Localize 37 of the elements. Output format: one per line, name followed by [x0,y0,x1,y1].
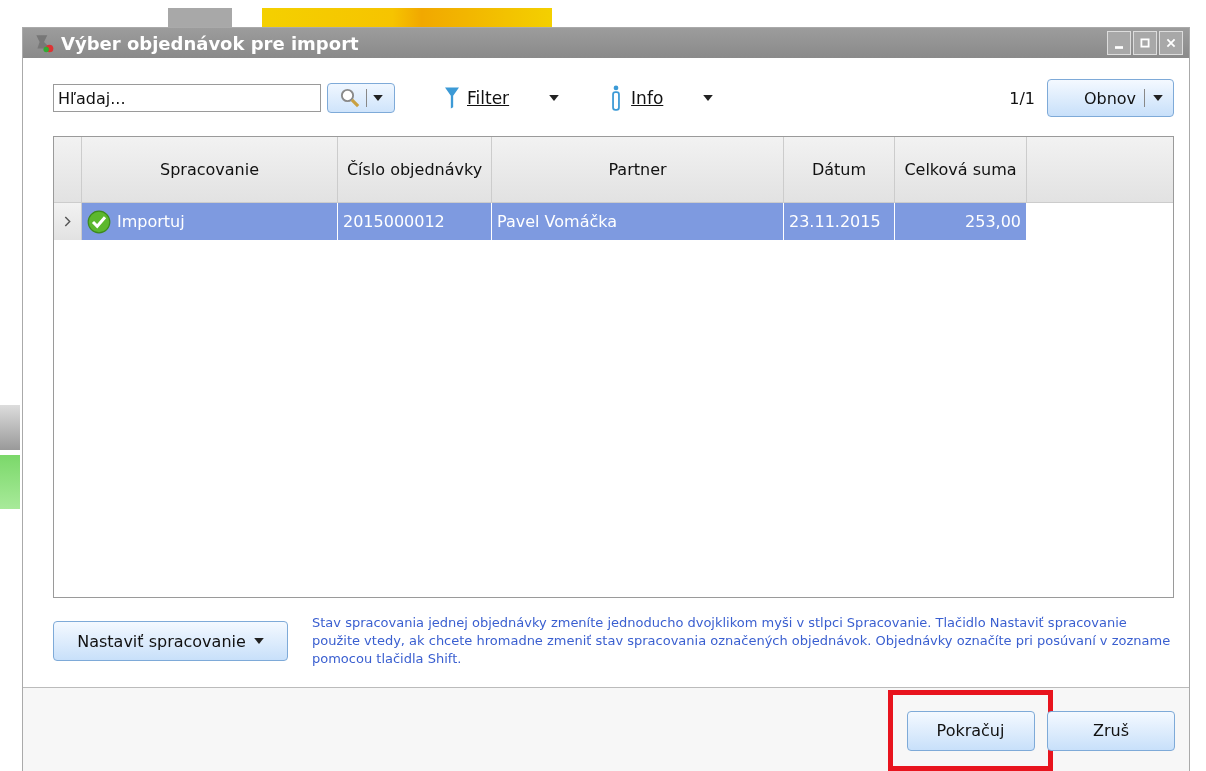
column-header[interactable]: Partner [492,137,784,202]
funnel-icon [445,85,459,111]
current-row-icon [64,216,71,227]
caret-icon [253,638,264,644]
set-processing-button[interactable]: Nastaviť spracovanie [53,621,288,661]
search-icon [339,88,360,108]
column-header[interactable]: Dátum [784,137,895,202]
search-field[interactable]: Hľadaj... [53,84,321,112]
minimize-icon [1115,45,1123,49]
caret-icon[interactable] [703,95,714,101]
filter-button[interactable]: Filter [445,85,510,111]
dialog-button[interactable]: Pokračuj [906,710,1035,751]
close-button[interactable] [1159,31,1183,55]
caret-icon [1153,95,1164,101]
column-header[interactable]: Číslo objednávky [338,137,492,202]
table-cell: 2015000012 [338,203,492,240]
table-cell: Pavel Vomáčka [492,203,784,240]
search-button[interactable] [327,83,395,113]
page-counter: 1/1 [1009,88,1035,108]
info-button[interactable]: Info [609,85,664,111]
refresh-button[interactable]: Obnov [1047,79,1174,117]
column-header[interactable]: Spracovanie [82,137,338,202]
dialog-button[interactable]: Zruš [1047,710,1175,751]
hint-text: Stav spracovania jednej objednávky zmeníte jednoducho dvojklikom myši v stlpci Spracovanie. Tlačidlo Nastaviť spracovanie použite vtedy, ak chcete hromadne zmeniť stav spracovania označených objednávok. Objednávky označíte pri posúvaní v zozname pomocou tlačidla Shift. [312,614,1172,668]
caret-icon [372,95,383,101]
table-cell: Importuj [82,203,338,240]
background-panel [0,405,20,450]
column-header[interactable]: Celková suma [895,137,1027,202]
maximize-button[interactable] [1133,31,1157,55]
app-icon [33,32,55,54]
table-cell: 23.11.2015 [784,203,895,240]
table-cell: 253,00 [895,203,1027,240]
maximize-icon [1139,37,1151,49]
close-icon [1165,37,1177,49]
caret-icon[interactable] [549,95,560,101]
minimize-button[interactable] [1107,31,1131,55]
window-title: Výber objednávok pre import [61,32,359,54]
